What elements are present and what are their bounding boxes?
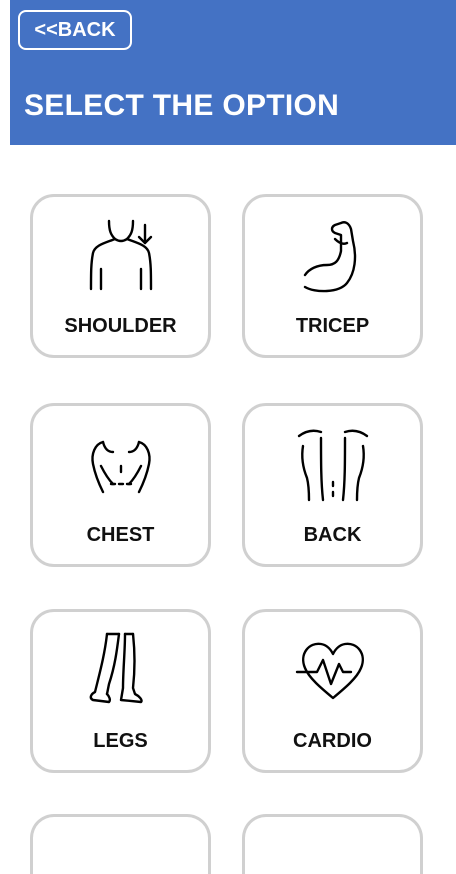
back-button[interactable]: <<BACK — [18, 10, 132, 50]
option-shoulder[interactable]: SHOULDER — [30, 194, 211, 358]
shoulder-icon — [79, 213, 163, 297]
option-cardio[interactable]: CARDIO — [242, 609, 423, 773]
heartbeat-icon — [291, 628, 375, 712]
option-back[interactable]: BACK — [242, 403, 423, 567]
option-label: LEGS — [93, 730, 148, 752]
option-partial[interactable] — [242, 814, 423, 874]
back-muscles-icon — [291, 422, 375, 506]
legs-icon — [79, 628, 163, 712]
chest-icon — [79, 422, 163, 506]
header-bar: <<BACK SELECT THE OPTION — [10, 0, 456, 145]
flexed-arm-icon — [291, 213, 375, 297]
option-legs[interactable]: LEGS — [30, 609, 211, 773]
option-label: CHEST — [86, 524, 155, 546]
page-title: SELECT THE OPTION — [24, 89, 340, 122]
option-partial[interactable] — [30, 814, 211, 874]
option-label: SHOULDER — [64, 315, 177, 337]
option-chest[interactable]: CHEST — [30, 403, 211, 567]
option-label: BACK — [303, 524, 362, 546]
option-label: CARDIO — [293, 730, 372, 752]
option-tricep[interactable]: TRICEP — [242, 194, 423, 358]
option-label: TRICEP — [295, 315, 370, 337]
